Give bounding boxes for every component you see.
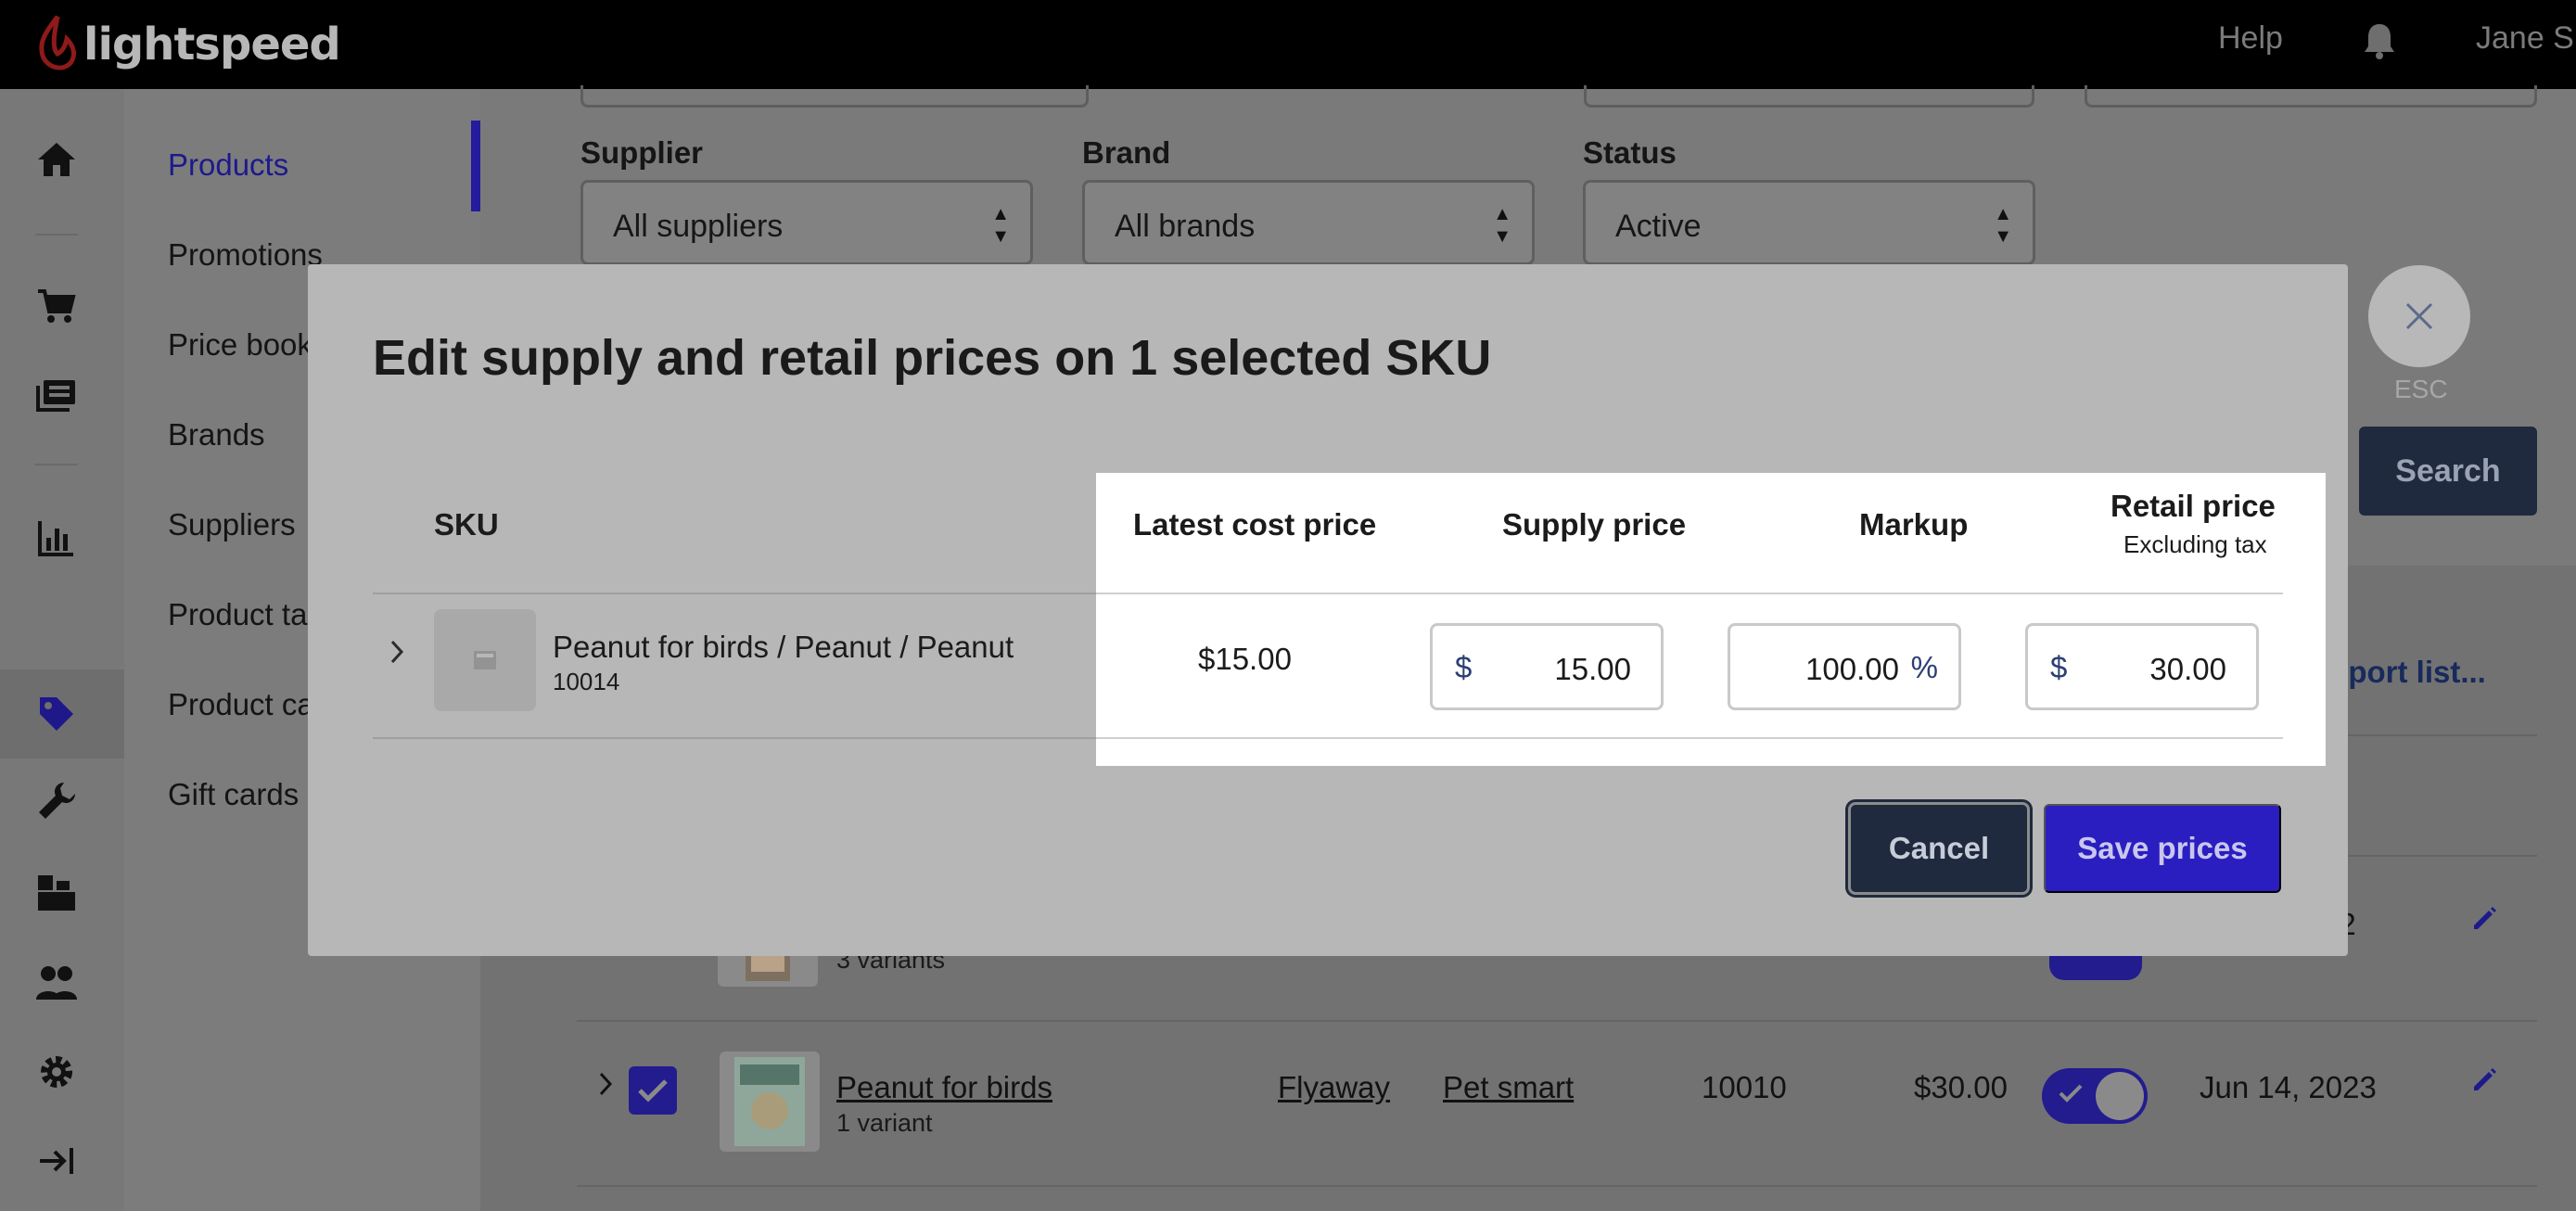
gear-icon[interactable]: [34, 1050, 79, 1094]
collapse-icon[interactable]: [34, 1139, 79, 1183]
subnav-item-suppliers[interactable]: Suppliers: [168, 507, 296, 542]
reports-icon[interactable]: [34, 516, 79, 560]
chevron-right-icon[interactable]: [597, 1070, 616, 1098]
retail-price-value: 30.00: [2149, 652, 2226, 686]
cart-icon[interactable]: [34, 284, 79, 328]
subnav-item-promotions[interactable]: Promotions: [168, 237, 323, 273]
table-divider: [1096, 737, 2283, 739]
list-divider: [577, 1185, 2537, 1187]
subnav-item-price-book[interactable]: Price book: [168, 327, 312, 363]
chevron-right-icon[interactable]: [389, 639, 406, 665]
active-toggle[interactable]: [2049, 956, 2142, 980]
filter-field-stub[interactable]: [1584, 85, 2034, 108]
supply-price-input[interactable]: $ 15.00: [1430, 623, 1664, 710]
toggle-knob: [2096, 1072, 2144, 1120]
list-divider: [577, 1020, 2537, 1022]
table-divider: [1096, 593, 2283, 594]
brand-label: Brand: [1082, 135, 1171, 170]
percent-symbol: %: [1910, 650, 1938, 684]
export-list-link[interactable]: xport list...: [2331, 655, 2486, 690]
subnav-item-brands[interactable]: Brands: [168, 417, 265, 453]
edit-prices-modal: Edit supply and retail prices on 1 selec…: [308, 264, 2348, 956]
select-arrows-icon: ▲ ▼: [1994, 204, 2012, 247]
inventory-icon[interactable]: [34, 870, 79, 914]
table-divider: [373, 737, 1096, 739]
subnav-item-product-categories[interactable]: Product ca: [168, 687, 314, 722]
help-link[interactable]: Help: [2218, 20, 2283, 57]
pencil-icon[interactable]: [2470, 903, 2500, 933]
column-header-markup: Markup: [1859, 507, 1969, 542]
supplier-label: Supplier: [580, 135, 704, 170]
save-prices-button[interactable]: Save prices: [2044, 804, 2281, 893]
product-name-link[interactable]: Peanut for birds: [836, 1070, 1052, 1105]
status-select[interactable]: Active ▲ ▼: [1583, 180, 2035, 265]
markup-input[interactable]: 100.00 %: [1728, 623, 1961, 710]
esc-label: ESC: [2394, 375, 2448, 403]
active-toggle[interactable]: [2042, 1068, 2148, 1124]
column-header-supply-price: Supply price: [1502, 507, 1687, 542]
currency-symbol: $: [1455, 650, 1473, 684]
variant-count: 1 variant: [836, 1109, 933, 1137]
sku-value: 10010: [1702, 1070, 1787, 1104]
currency-symbol: $: [2050, 650, 2068, 684]
register-icon[interactable]: [34, 373, 79, 417]
subnav-item-product-tags[interactable]: Product ta: [168, 597, 307, 632]
pencil-icon[interactable]: [2470, 1064, 2500, 1094]
top-bar: lightspeed Help Jane Sm: [0, 0, 2576, 89]
row-checkbox[interactable]: [629, 1066, 677, 1115]
table-divider: [373, 593, 1096, 594]
brand-link[interactable]: Flyaway: [1278, 1070, 1390, 1105]
sku-name: Peanut for birds / Peanut / Peanut: [553, 630, 1014, 664]
logo-text: lightspeed: [83, 19, 341, 70]
column-header-retail-price: Retail price: [2111, 489, 2276, 523]
status-select-value: Active: [1615, 209, 1702, 244]
select-arrows-icon: ▲ ▼: [991, 204, 1010, 247]
rail-divider: [35, 234, 78, 236]
markup-value: 100.00: [1805, 652, 1899, 686]
brand-select-value: All brands: [1115, 209, 1256, 244]
select-arrows-icon: ▲ ▼: [1493, 204, 1511, 247]
flame-logo-icon: [39, 15, 76, 70]
supplier-link[interactable]: Pet smart: [1443, 1070, 1574, 1105]
customers-icon[interactable]: [34, 961, 79, 1005]
supplier-select[interactable]: All suppliers ▲ ▼: [580, 180, 1033, 265]
retail-price-input[interactable]: $ 30.00: [2025, 623, 2259, 710]
column-header-sku: SKU: [434, 507, 499, 542]
sku-thumbnail: [434, 609, 536, 711]
subnav-active-indicator: [471, 121, 480, 211]
rail-divider: [35, 464, 78, 465]
user-menu[interactable]: Jane Sm: [2476, 20, 2576, 57]
icon-rail: [0, 89, 124, 1211]
bell-icon[interactable]: [2363, 22, 2396, 59]
filter-field-stub[interactable]: [2085, 85, 2537, 108]
subnav-item-products[interactable]: Products: [168, 147, 288, 183]
home-icon[interactable]: [34, 137, 79, 182]
latest-cost-value: $15.00: [1198, 642, 1292, 676]
check-icon: [638, 1079, 668, 1103]
updated-date: Jun 14, 2023: [2200, 1070, 2377, 1104]
price-value: $30.00: [1914, 1070, 2008, 1104]
column-header-retail-subtitle: Excluding tax: [2123, 530, 2267, 558]
logo[interactable]: lightspeed: [37, 11, 341, 78]
check-icon: [2059, 1084, 2083, 1103]
wrench-icon[interactable]: [34, 779, 79, 823]
cancel-button[interactable]: Cancel: [1848, 802, 2030, 895]
tag-icon[interactable]: [34, 692, 79, 736]
brand-select[interactable]: All brands ▲ ▼: [1082, 180, 1535, 265]
modal-title: Edit supply and retail prices on 1 selec…: [373, 330, 1492, 386]
supplier-select-value: All suppliers: [613, 209, 784, 244]
subnav-item-gift-cards[interactable]: Gift cards: [168, 777, 299, 812]
close-modal-button[interactable]: [2368, 265, 2470, 367]
image-placeholder-icon: [474, 651, 496, 669]
column-header-latest-cost: Latest cost price: [1133, 507, 1377, 542]
close-icon: [2405, 302, 2433, 330]
search-button[interactable]: Search: [2359, 427, 2537, 516]
sku-code: 10014: [553, 668, 620, 695]
supply-price-value: 15.00: [1554, 652, 1631, 686]
status-label: Status: [1583, 135, 1677, 170]
filter-field-stub[interactable]: [580, 85, 1089, 108]
product-thumbnail[interactable]: [720, 1052, 820, 1152]
